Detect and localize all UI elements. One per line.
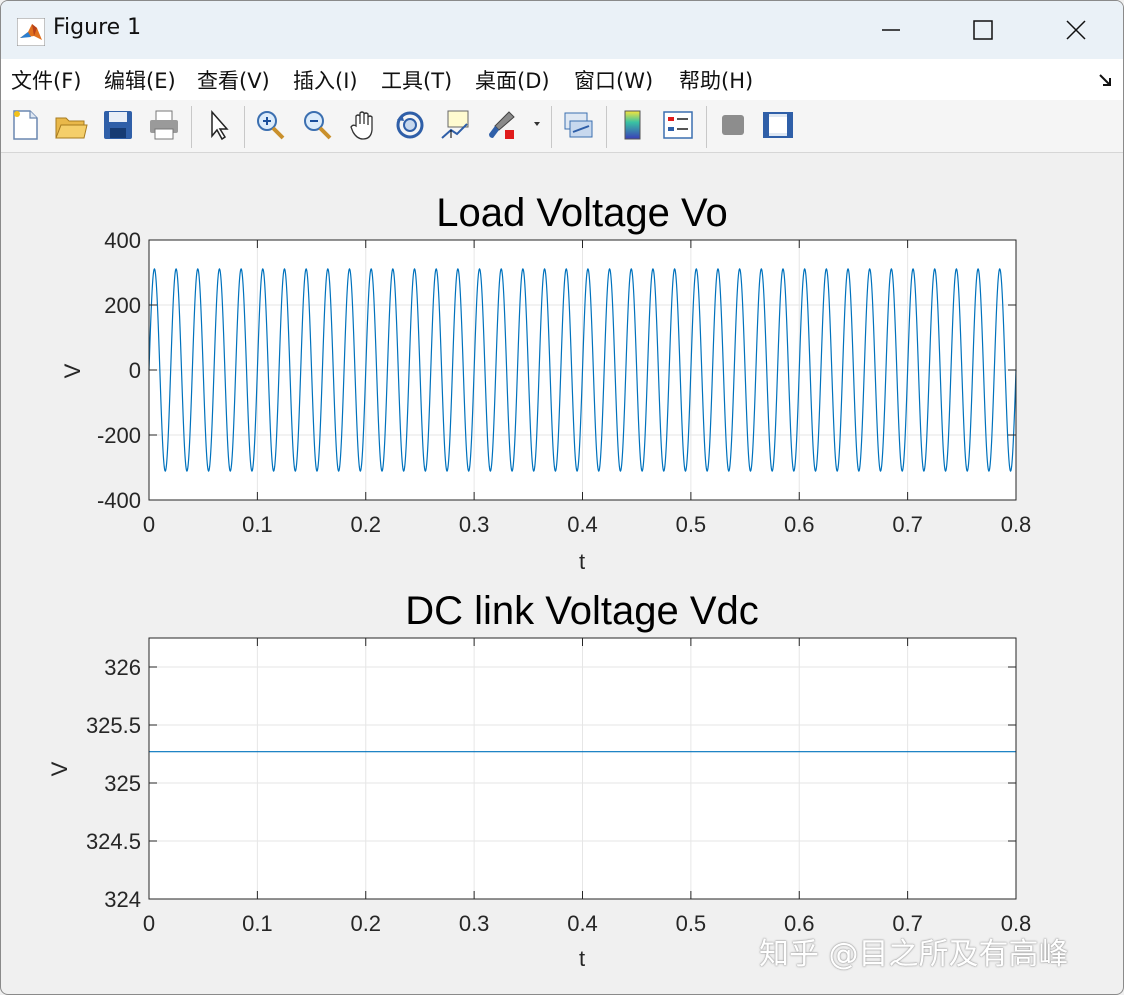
x-tick-label: 0.2 [350,911,381,936]
plot-area: Load Voltage Vo 0 0.1 0.2 0.3 0.4 0.5 0.6 0.7 0.… [47,191,1031,971]
save-icon [104,111,132,139]
open-button[interactable] [54,108,88,142]
brush-dropdown[interactable] [529,108,545,142]
chart-title-load-voltage: Load Voltage Vo [436,191,727,235]
x-tick-label: 0.2 [350,512,381,537]
x-axis-label: t [579,549,585,574]
y-tick-label: 400 [104,228,141,253]
open-icon [55,117,88,139]
toolbar-separator [606,106,607,148]
maximize-button[interactable] [955,11,1011,49]
y-axis-label: V [60,363,85,378]
pan-button[interactable] [347,108,381,142]
matlab-logo-icon [17,18,45,46]
y-tick-label: 325.5 [86,713,141,738]
x-tick-label: 0 [143,911,155,936]
watermark: 知乎 @目之所及有高峰 [759,937,1069,972]
pointer-button[interactable] [202,108,236,142]
colorbar-button[interactable] [616,108,650,142]
y-tick-label: 200 [104,293,141,318]
x-tick-label: 0.6 [784,512,815,537]
maximize-icon [973,20,993,40]
rotate-3d-icon [396,111,424,139]
x-tick-label: 0.8 [1001,512,1032,537]
save-button[interactable] [101,108,135,142]
minimize-icon [882,29,900,31]
chart-title-dc-link-voltage: DC link Voltage Vdc [405,589,759,633]
menu-view[interactable]: 查看(V) [197,65,270,95]
zoom-out-icon [304,111,332,140]
window-title: Figure 1 [53,15,142,40]
toolbar [1,100,1123,153]
data-cursor-icon [441,110,469,139]
print-button[interactable] [147,108,181,142]
legend-button[interactable] [661,108,695,142]
toolbar-separator [191,106,192,148]
toolbar-separator [551,106,552,148]
x-tick-label: 0.3 [459,911,490,936]
y-tick-label: 0 [129,358,141,383]
dock-arrow-icon[interactable] [1097,71,1115,89]
y-tick-label: 325 [104,771,141,796]
axes-load-voltage: Load Voltage Vo 0 0.1 0.2 0.3 0.4 0.5 0.6 0.7 0.… [60,191,1031,574]
y-tick-label: -200 [97,423,141,448]
y-tick-label: -400 [97,488,141,513]
y-tick-label: 324 [104,887,141,912]
pointer-icon [211,110,229,141]
menu-help[interactable]: 帮助(H) [679,65,753,95]
data-cursor-button[interactable] [439,108,473,142]
link-plot-icon [564,112,593,138]
legend-icon [663,111,693,139]
menu-bar: 文件(F) 编辑(E) 查看(V) 插入(I) 工具(T) 桌面(D) 窗口(W… [1,59,1123,100]
menu-tools[interactable]: 工具(T) [381,65,452,95]
figure-window: Figure 1 文件(F) 编辑(E) 查看(V) 插入(I) 工具(T) 桌… [0,0,1124,995]
new-figure-icon [13,110,38,140]
zoom-in-button[interactable] [254,108,288,142]
new-figure-button[interactable] [9,108,43,142]
zoom-out-button[interactable] [301,108,335,142]
x-tick-label: 0.5 [676,911,707,936]
x-tick-label: 0 [143,512,155,537]
x-tick-label: 0.3 [459,512,490,537]
close-button[interactable] [1048,11,1104,49]
menu-window[interactable]: 窗口(W) [574,65,653,95]
toolbar-separator [706,106,707,148]
pan-icon [350,111,373,140]
show-plot-tools-icon [763,112,793,138]
hide-plot-tools-icon [722,115,744,135]
figure-canvas: Load Voltage Vo 0 0.1 0.2 0.3 0.4 0.5 0.6 0.7 0.… [1,153,1123,994]
x-tick-label: 0.1 [242,512,273,537]
brush-button[interactable] [485,108,519,142]
chevron-down-icon [534,122,540,126]
x-axis-label: t [579,946,585,971]
x-tick-label: 0.4 [567,911,598,936]
x-tick-label: 0.7 [892,512,923,537]
menu-insert[interactable]: 插入(I) [293,65,358,95]
colorbar-icon [624,110,641,140]
link-plot-button[interactable] [561,108,595,142]
y-tick-label: 324.5 [86,829,141,854]
toolbar-separator [244,106,245,148]
brush-icon [489,111,515,139]
zoom-in-icon [257,111,285,140]
rotate-3d-button[interactable] [393,108,427,142]
minimize-button[interactable] [863,11,919,49]
print-icon [150,110,178,140]
x-tick-label: 0.5 [676,512,707,537]
show-plot-tools-button[interactable] [761,108,795,142]
title-bar: Figure 1 [1,1,1123,59]
y-tick-label: 326 [104,655,141,680]
close-icon [1066,20,1086,40]
y-axis-label: V [47,761,72,776]
axes-dc-link-voltage: DC link Voltage Vdc 0 0.1 0.2 0.3 0.4 0.5 0.6 0… [47,589,1031,971]
hide-plot-tools-button[interactable] [716,108,750,142]
menu-edit[interactable]: 编辑(E) [104,65,176,95]
x-tick-label: 0.4 [567,512,598,537]
menu-desktop[interactable]: 桌面(D) [475,65,550,95]
x-tick-label: 0.1 [242,911,273,936]
menu-file[interactable]: 文件(F) [11,65,81,95]
